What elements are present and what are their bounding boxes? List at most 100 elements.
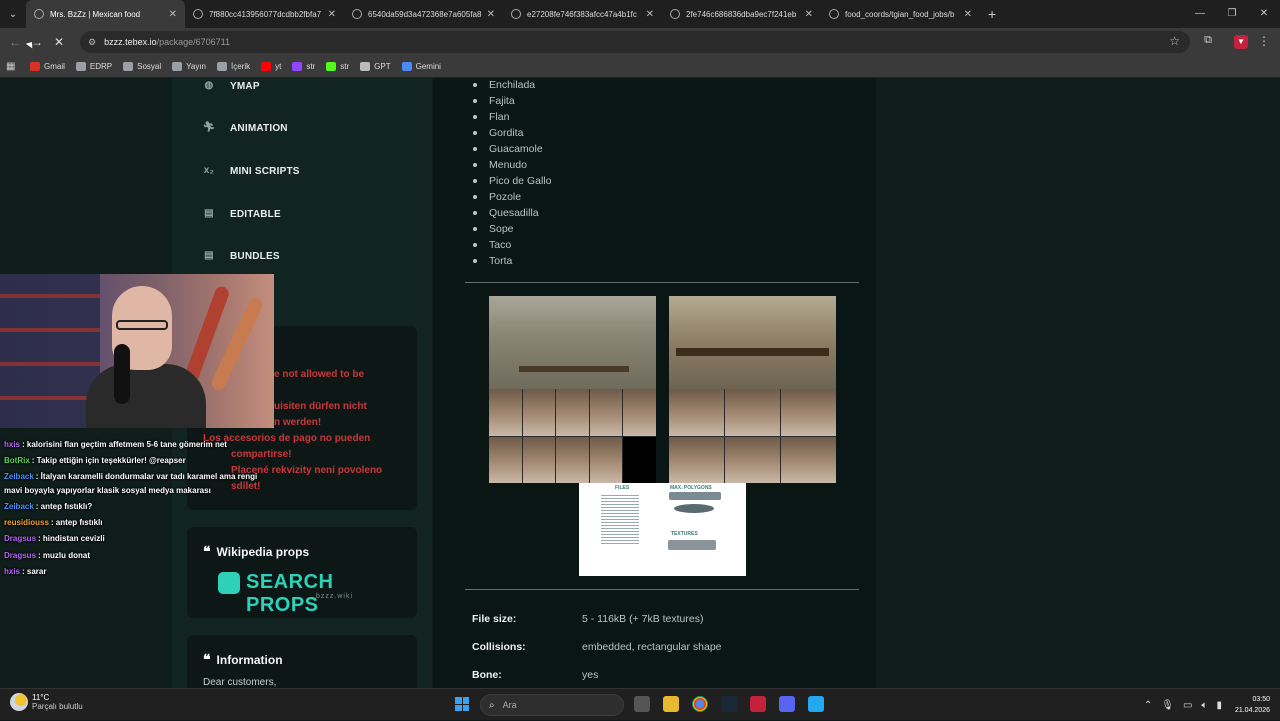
bookmark-item[interactable]: Sosyal — [123, 62, 161, 71]
search-placeholder: Ara — [502, 700, 517, 710]
url-bar[interactable]: ⚙ bzzz.tebex.io /package/6706711 — [80, 31, 1190, 53]
volume-icon[interactable]: 🔈︎ — [1201, 700, 1207, 711]
bookmark-item[interactable]: str — [292, 62, 315, 71]
browser-tab[interactable]: 2fe746c686836dba9ec7f241eb ✕ — [662, 0, 821, 28]
bookmark-star-icon[interactable]: ☆ — [1169, 34, 1180, 48]
new-tab-button[interactable]: + — [988, 6, 996, 22]
bookmark-label: Yayın — [186, 62, 207, 71]
bookmark-item[interactable]: Gmail — [30, 62, 65, 71]
bookmark-label: str — [340, 62, 350, 71]
bookmark-item[interactable]: str — [326, 62, 349, 71]
close-window-icon[interactable]: ✕ — [1248, 0, 1280, 28]
spec-value: yes — [582, 669, 599, 681]
minimize-icon[interactable]: — — [1184, 0, 1216, 28]
file-explorer-icon[interactable] — [663, 696, 679, 712]
close-tab-icon[interactable]: ✕ — [487, 9, 495, 20]
thumbnail — [669, 436, 724, 483]
tab-search-chevron-icon[interactable]: ⌄ — [0, 0, 26, 28]
tab-favicon-icon — [511, 9, 521, 19]
thumbnail-grid — [669, 389, 836, 483]
task-view-icon[interactable] — [634, 696, 650, 712]
sidebar-item-editable[interactable]: ▤ EDITABLE — [202, 208, 281, 220]
chat-text: : Takip ettiğin için teşekkürler! @reaps… — [31, 456, 186, 465]
food-list-item: Fajita — [471, 93, 551, 109]
taskbar-search[interactable]: ⌕ Ara — [480, 694, 624, 716]
tab-title: 6540da59d3a472368e7a605fa8 — [368, 9, 482, 19]
scene-image — [669, 296, 836, 389]
close-tab-icon[interactable]: ✕ — [805, 9, 813, 20]
chat-text: : kalorisini flan geçtim affetmem 5-6 ta… — [22, 440, 227, 449]
chat-username: Zeiback — [4, 502, 34, 511]
microphone-icon[interactable]: 🎙︎ — [1161, 700, 1174, 711]
tab-favicon-icon — [352, 9, 362, 19]
food-list-item: Pozole — [471, 189, 551, 205]
scrollbar[interactable] — [1274, 78, 1280, 688]
steam-icon[interactable] — [721, 696, 737, 712]
sidebar-item-label: MINI SCRIPTS — [230, 165, 300, 177]
spec-key: Bone: — [472, 669, 502, 681]
windows-start-icon[interactable] — [455, 697, 469, 711]
specs-image[interactable]: FILES MAX. POLYGONS TEXTURES — [579, 483, 746, 576]
extensions-icon[interactable]: ⧉ — [1204, 34, 1212, 47]
product-photo-1[interactable] — [489, 296, 656, 483]
tab-title: 2fe746c686836dba9ec7f241eb — [686, 9, 797, 19]
weather-widget[interactable]: 11°C Parçalı bulutlu — [10, 693, 83, 711]
bookmark-item[interactable]: Gemini — [401, 62, 441, 71]
sidebar-item-mini-scripts[interactable]: x₂ MINI SCRIPTS — [202, 165, 300, 177]
apps-grid-icon[interactable]: ▦ — [6, 61, 30, 72]
bookmarks-bar: ▦ Gmail EDRP Sosyal Yayın İçerik yt str str GPT G… — [0, 56, 1280, 78]
bookmark-item[interactable]: EDRP — [75, 62, 112, 71]
chrome-icon[interactable] — [692, 696, 708, 712]
thumbnail — [725, 436, 780, 483]
app-icon[interactable] — [750, 696, 766, 712]
temperature: 11°C — [32, 693, 50, 702]
back-icon[interactable]: ← — [4, 35, 26, 49]
running-person-icon: 🏃︎ — [202, 122, 216, 133]
windows-taskbar: 11°C Parçalı bulutlu ⌕ Ara ⌃ 🎙︎ ▭ 🔈︎ ▮ 0… — [0, 688, 1280, 720]
profile-avatar[interactable]: ▼ — [1234, 35, 1248, 49]
texture-preview — [668, 540, 716, 550]
thumbnail-grid — [489, 389, 656, 483]
chat-username: Dragsus — [4, 551, 37, 560]
restore-icon[interactable]: ❐ — [1216, 0, 1248, 28]
stop-loading-icon[interactable]: ✕ — [48, 35, 70, 49]
bookmark-item[interactable]: İçerik — [217, 62, 250, 71]
sidebar-item-animation[interactable]: 🏃︎ ANIMATION — [202, 122, 288, 134]
vscode-icon[interactable] — [808, 696, 824, 712]
warning-text: compartirse! — [231, 449, 292, 460]
product-photo-2[interactable] — [669, 296, 836, 483]
show-hidden-icons-icon[interactable]: ⌃ — [1144, 700, 1152, 711]
close-tab-icon[interactable]: ✕ — [646, 9, 654, 20]
search-props-banner[interactable]: SEARCH PROPS bzzz.wiki — [218, 571, 398, 616]
clock[interactable]: 03:50 21.04.2026 — [1235, 694, 1270, 716]
browser-tab[interactable]: e27208fe746f383afcc47a4b1fc ✕ — [503, 0, 662, 28]
bookmark-item[interactable]: yt — [261, 62, 281, 71]
divider — [465, 282, 859, 283]
product-description: Enchilada Fajita Flan Gordita Guacamole Menud… — [433, 78, 876, 688]
sidebar-item-ymap[interactable]: ◍ YMAP — [202, 80, 260, 92]
sidebar-item-bundles[interactable]: ▤ BUNDLES — [202, 250, 280, 262]
close-tab-icon[interactable]: ✕ — [964, 9, 972, 20]
max-polygons-label: MAX. POLYGONS — [670, 485, 712, 491]
site-info-icon[interactable]: ⚙ — [88, 37, 96, 48]
window-controls: — ❐ ✕ — [1184, 0, 1280, 28]
bookmark-icon — [261, 62, 272, 71]
browser-tab[interactable]: Mrs. BzZz | Mexican food ✕ — [26, 0, 185, 28]
battery-icon[interactable]: ▮ — [1216, 700, 1222, 711]
bookmark-item[interactable]: Yayın — [172, 62, 206, 71]
bookmark-label: Gmail — [44, 62, 65, 71]
warning-text: Los accesorios de pago no pueden — [203, 433, 371, 444]
close-tab-icon[interactable]: ✕ — [169, 9, 177, 20]
bookmark-icon — [217, 62, 228, 71]
chat-text: : İtalyan karamelli dondurmalar var tadı… — [35, 472, 258, 481]
bookmark-item[interactable]: GPT — [360, 62, 391, 71]
browser-tab[interactable]: food_coords/tgian_food_jobs/b ✕ — [821, 0, 980, 28]
chat-username: hxis — [4, 567, 21, 576]
bookmark-label: Gemini — [415, 62, 441, 71]
app-icon[interactable] — [779, 696, 795, 712]
browser-tab[interactable]: 7f880cc413956077dcdbb2fbfa7 ✕ — [185, 0, 344, 28]
browser-tab[interactable]: 6540da59d3a472368e7a605fa8 ✕ — [344, 0, 503, 28]
close-tab-icon[interactable]: ✕ — [328, 9, 336, 20]
browser-menu-icon[interactable]: ⋮ — [1258, 34, 1270, 48]
network-icon[interactable]: ▭ — [1183, 700, 1192, 711]
